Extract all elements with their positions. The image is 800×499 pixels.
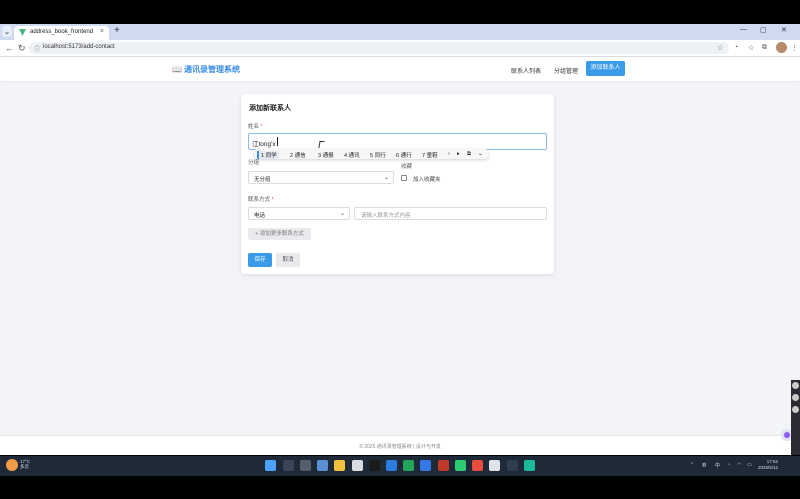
sidebar-app-icon[interactable] bbox=[792, 394, 799, 401]
tray-app-icon[interactable]: ◍ bbox=[702, 462, 706, 468]
web-page: 📖 通讯录管理系统 联系人列表 分组管理 添加联系人 添加新联系人 姓名 * 江t… bbox=[0, 57, 800, 455]
ime-prev-icon[interactable]: ‹ bbox=[448, 151, 450, 157]
contact-value-input[interactable]: 请输入联系方式内容 bbox=[354, 207, 547, 220]
windows-taskbar: 17°C 多云 ⌃ ◍ 中 ◔ ◠ ▭ 17:52 2025/5/12 bbox=[0, 456, 800, 476]
contact-type-value: 电话 bbox=[254, 213, 266, 219]
ime-candidate[interactable]: 7 童鞋 bbox=[422, 151, 438, 159]
ime-candidate[interactable]: 5 同行 bbox=[370, 151, 386, 159]
maximize-icon[interactable]: ▢ bbox=[760, 26, 767, 34]
group-label: 分组 bbox=[248, 160, 260, 166]
cancel-button[interactable]: 取消 bbox=[276, 253, 300, 267]
contact-label: 联系方式 * bbox=[248, 197, 274, 203]
tab-title: address_book_frontend bbox=[30, 29, 94, 35]
app-icon[interactable] bbox=[524, 460, 535, 471]
battery-icon[interactable]: ▭ bbox=[747, 462, 752, 468]
site-info-icon[interactable]: ⓘ bbox=[34, 44, 40, 53]
text-cursor bbox=[277, 137, 278, 146]
add-contact-form: 添加新联系人 姓名 * 江tong'x 1 同学 2 通信 3 通报 4 通讯 … bbox=[241, 94, 554, 274]
notepad-icon[interactable] bbox=[352, 460, 363, 471]
app-icon[interactable] bbox=[438, 460, 449, 471]
book-icon: 📖 bbox=[172, 65, 182, 74]
browser-chrome: ⌄ address_book_frontend × + — ▢ ✕ ← ↻ ⓘ … bbox=[0, 24, 800, 57]
edge-icon[interactable] bbox=[386, 460, 397, 471]
new-tab-icon[interactable]: + bbox=[114, 25, 120, 36]
edge-sidebar bbox=[791, 380, 800, 455]
tab-search-icon[interactable]: ⌄ bbox=[2, 26, 12, 37]
form-title: 添加新联系人 bbox=[249, 105, 291, 112]
ime-candidate[interactable]: 2 通信 bbox=[290, 151, 306, 159]
browser-tab[interactable]: address_book_frontend × bbox=[14, 26, 109, 40]
ime-settings-icon[interactable]: ⧉ bbox=[467, 151, 471, 158]
screen: ⌄ address_book_frontend × + — ▢ ✕ ← ↻ ⓘ … bbox=[0, 0, 800, 499]
name-input[interactable]: 江tong'x bbox=[248, 133, 547, 150]
search-icon[interactable] bbox=[283, 460, 294, 471]
group-select[interactable]: 无分组 ⌄ bbox=[248, 171, 394, 184]
extensions-icon[interactable]: ◔ bbox=[734, 44, 738, 51]
weather-widget[interactable]: 17°C 多云 bbox=[20, 459, 30, 469]
contact-type-select[interactable]: 电话 ⌄ bbox=[248, 207, 350, 220]
ime-candidate[interactable]: 4 通讯 bbox=[344, 151, 360, 159]
file-explorer-icon[interactable] bbox=[317, 460, 328, 471]
clock[interactable]: 17:52 2025/5/12 bbox=[758, 459, 778, 471]
chevron-down-icon: ⌄ bbox=[383, 175, 389, 181]
name-label: 姓名 * bbox=[248, 124, 263, 130]
collections-icon[interactable]: ⧉ bbox=[762, 44, 767, 52]
back-icon[interactable]: ← bbox=[5, 43, 14, 53]
ime-candidate[interactable]: 1 同学 bbox=[257, 151, 279, 159]
reload-icon[interactable]: ↻ bbox=[18, 43, 26, 54]
favorite-checkbox-label[interactable]: 加入收藏夹 bbox=[413, 175, 441, 183]
window-close-icon[interactable]: ✕ bbox=[781, 26, 787, 34]
nav-group-management[interactable]: 分组管理 bbox=[554, 66, 578, 75]
profile-avatar[interactable] bbox=[776, 42, 787, 53]
ime-indicator[interactable]: 中 bbox=[715, 462, 720, 469]
save-button[interactable]: 保存 bbox=[248, 253, 272, 267]
nav-contact-list[interactable]: 联系人列表 bbox=[511, 66, 541, 75]
address-bar[interactable]: ⓘ localhost:5173/add-contact ☆ bbox=[29, 42, 729, 54]
add-more-contact-button[interactable]: + 添加更多联系方式 bbox=[248, 228, 311, 240]
netease-music-icon[interactable] bbox=[472, 460, 483, 471]
contact-placeholder: 请输入联系方式内容 bbox=[361, 213, 411, 219]
sidebar-app-icon[interactable] bbox=[792, 382, 799, 389]
favorite-checkbox[interactable] bbox=[401, 175, 407, 181]
favorite-label: 收藏 bbox=[401, 164, 413, 170]
sidebar-app-icon[interactable] bbox=[792, 406, 799, 413]
brand-title: 通讯录管理系统 bbox=[183, 65, 240, 74]
wechat-icon[interactable] bbox=[455, 460, 466, 471]
footer-text: © 2025 通讯录管理系统 | 设计与开发 bbox=[359, 444, 441, 450]
folder-icon[interactable] bbox=[334, 460, 345, 471]
tray-app-icon[interactable]: ◔ bbox=[727, 462, 730, 468]
ime-candidate-bar: 1 同学 2 通信 3 通报 4 通讯 5 同行 6 通行 7 童鞋 ‹ ▸ ⧉… bbox=[254, 149, 488, 159]
task-view-icon[interactable] bbox=[300, 460, 311, 471]
name-value: 江tong'x bbox=[252, 141, 276, 148]
bookmark-star-icon[interactable]: ☆ bbox=[717, 44, 723, 52]
tab-close-icon[interactable]: × bbox=[100, 28, 104, 35]
ime-candidate[interactable]: 6 通行 bbox=[396, 151, 412, 159]
ime-candidate[interactable]: 3 通报 bbox=[318, 151, 334, 159]
nav-add-contact[interactable]: 添加联系人 bbox=[586, 61, 625, 76]
menu-icon[interactable]: ⋮ bbox=[791, 44, 798, 52]
start-icon[interactable] bbox=[265, 460, 276, 471]
minimize-icon[interactable]: — bbox=[740, 26, 747, 33]
pycharm-icon[interactable] bbox=[403, 460, 414, 471]
tray-expand-icon[interactable]: ⌃ bbox=[690, 462, 694, 468]
vscode-icon[interactable] bbox=[420, 460, 431, 471]
vue-favicon-icon bbox=[19, 29, 26, 36]
terminal-icon[interactable] bbox=[507, 460, 518, 471]
ime-expand-icon[interactable]: ⌄ bbox=[478, 151, 483, 157]
app-header: 📖 通讯录管理系统 联系人列表 分组管理 添加联系人 bbox=[0, 57, 800, 81]
tab-bar: ⌄ address_book_frontend × + — ▢ ✕ bbox=[0, 24, 800, 40]
brand[interactable]: 📖 通讯录管理系统 bbox=[172, 64, 240, 75]
chevron-down-icon: ⌄ bbox=[339, 211, 345, 217]
favorites-icon[interactable]: ☆ bbox=[748, 44, 754, 52]
cursor-app-icon[interactable] bbox=[369, 460, 380, 471]
address-toolbar: ← ↻ ⓘ localhost:5173/add-contact ☆ ◔ ☆ ⧉… bbox=[0, 40, 800, 57]
ime-next-icon[interactable]: ▸ bbox=[457, 151, 460, 157]
page-footer: © 2025 通讯录管理系统 | 设计与开发 bbox=[0, 435, 800, 455]
app-icon[interactable] bbox=[489, 460, 500, 471]
weather-icon[interactable] bbox=[6, 459, 18, 471]
wifi-icon[interactable]: ◠ bbox=[737, 462, 741, 468]
url-text: localhost:5173/add-contact bbox=[43, 44, 115, 50]
group-value: 无分组 bbox=[254, 177, 271, 183]
